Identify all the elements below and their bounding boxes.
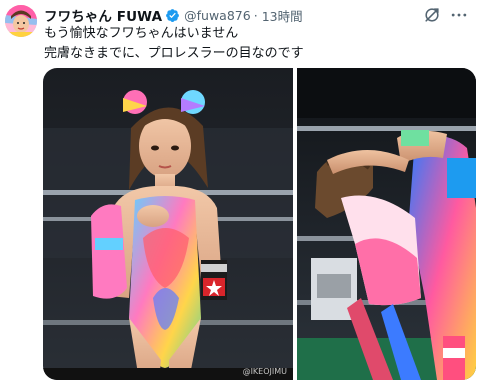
avatar-image bbox=[5, 5, 37, 37]
wrestler-portrait-image bbox=[43, 68, 293, 380]
grok-icon[interactable] bbox=[422, 5, 442, 25]
tweet-text-line-2: 完膚なきまでに、プロレスラーの目なのです bbox=[44, 46, 304, 61]
verified-badge-icon bbox=[165, 8, 180, 23]
wrestling-match-image bbox=[297, 68, 476, 380]
photo-right[interactable] bbox=[297, 68, 476, 380]
display-name[interactable]: フワちゃん FUWA bbox=[44, 5, 162, 25]
separator-dot: · bbox=[253, 7, 258, 23]
tweet-media: @IKEOJIMU bbox=[43, 68, 476, 380]
photo-left[interactable]: @IKEOJIMU bbox=[43, 68, 293, 380]
more-options-icon[interactable] bbox=[449, 5, 469, 25]
tweet-text: もう愉快なフワちゃんはいません 完膚なきまでに、プロレスラーの目なのです bbox=[44, 24, 464, 64]
tweet-text-line-1: もう愉快なフワちゃんはいません bbox=[44, 26, 239, 41]
tweet: フワちゃん FUWA @fuwa876 · 13時間 もう愉快なフワちゃんはいま… bbox=[0, 0, 480, 386]
photo-watermark: @IKEOJIMU bbox=[242, 367, 287, 376]
avatar[interactable] bbox=[5, 5, 37, 37]
timestamp[interactable]: 13時間 bbox=[262, 6, 303, 25]
user-handle[interactable]: @fuwa876 bbox=[184, 8, 251, 23]
tweet-header: フワちゃん FUWA @fuwa876 · 13時間 bbox=[44, 5, 303, 26]
